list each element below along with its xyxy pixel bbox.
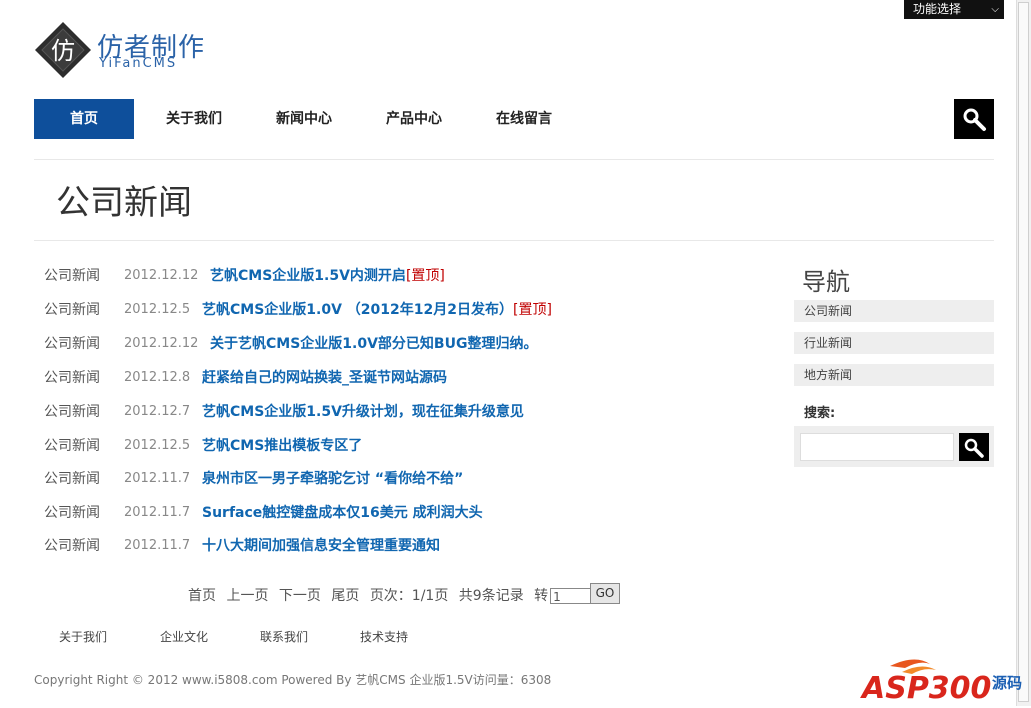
divider	[34, 240, 994, 241]
pager-goto-label: 转	[534, 588, 549, 604]
news-title-link[interactable]: 十八大期间加强信息安全管理重要通知	[202, 537, 440, 555]
list-item: 公司新闻 2012.11.7 Surface触控键盘成本仅16美元 成利润大头	[34, 504, 774, 538]
news-date: 2012.12.5	[124, 438, 191, 453]
news-date: 2012.12.12	[124, 268, 199, 283]
list-item: 公司新闻 2012.12.12 艺帆CMS企业版1.5V内测开启[置顶]	[34, 267, 774, 301]
sidebar-item-industry-news[interactable]: 行业新闻	[794, 332, 994, 354]
footer-link-about[interactable]: 关于我们	[59, 628, 107, 645]
news-title-link[interactable]: 赶紧给自己的网站换装_圣诞节网站源码	[202, 369, 447, 387]
news-category[interactable]: 公司新闻	[44, 335, 100, 353]
list-item: 公司新闻 2012.11.7 泉州市区一男子牵骆驼乞讨 “看你给不给”	[34, 470, 774, 504]
news-category[interactable]: 公司新闻	[44, 369, 100, 387]
pager-next[interactable]: 下一页	[279, 588, 321, 604]
pager-records: 共9条记录	[458, 588, 524, 604]
pager-prev[interactable]: 上一页	[226, 588, 268, 604]
sidebar-item-local-news[interactable]: 地方新闻	[794, 364, 994, 386]
search-icon	[964, 438, 984, 458]
logo-subtitle: YiFanCMS	[99, 56, 178, 71]
list-item: 公司新闻 2012.12.8 赶紧给自己的网站换装_圣诞节网站源码	[34, 369, 774, 403]
news-category[interactable]: 公司新闻	[44, 504, 100, 522]
nav-item-messages[interactable]: 在线留言	[474, 99, 574, 139]
pinned-tag: [置顶]	[405, 268, 445, 284]
nav-item-news[interactable]: 新闻中心	[254, 99, 354, 139]
page-title: 公司新闻	[56, 183, 192, 223]
sidebar-title: 导航	[802, 268, 850, 296]
news-title-link[interactable]: 艺帆CMS推出模板专区了	[202, 437, 362, 455]
news-category[interactable]: 公司新闻	[44, 301, 100, 319]
pager-last[interactable]: 尾页	[331, 588, 359, 604]
nav-item-home[interactable]: 首页	[34, 99, 134, 139]
nav-search-button[interactable]	[954, 99, 994, 139]
pinned-tag: [置顶]	[513, 302, 552, 318]
footer-link-contact[interactable]: 联系我们	[260, 628, 308, 645]
page-number-input[interactable]: 1	[550, 588, 593, 604]
sidebar-item-company-news[interactable]: 公司新闻	[794, 300, 994, 322]
pagination: 首页 上一页 下一页 尾页 页次：1/1页 共9条记录 转1页	[188, 585, 618, 605]
news-date: 2012.11.7	[124, 505, 191, 520]
news-category[interactable]: 公司新闻	[44, 437, 100, 455]
asp300-watermark-logo: ASP300 源码	[860, 652, 1022, 706]
news-date: 2012.11.7	[124, 538, 191, 553]
watermark-text: ASP300	[860, 671, 991, 704]
news-title-link[interactable]: 关于艺帆CMS企业版1.0V部分已知BUG整理归纳。	[210, 335, 537, 353]
news-category[interactable]: 公司新闻	[44, 470, 100, 488]
chevron-down-icon: ⌵	[991, 4, 999, 15]
list-item: 公司新闻 2012.12.5 艺帆CMS推出模板专区了	[34, 437, 774, 471]
search-label: 搜索:	[804, 406, 836, 421]
watermark-sub: 源码	[992, 674, 1022, 692]
copyright: Copyright Right © 2012 www.i5808.com Pow…	[34, 673, 552, 687]
footer-link-support[interactable]: 技术支持	[360, 628, 408, 645]
news-date: 2012.11.7	[124, 471, 191, 486]
news-category[interactable]: 公司新闻	[44, 403, 100, 421]
logo-icon: 仿	[34, 21, 92, 79]
news-title-link[interactable]: 艺帆CMS企业版1.0V （2012年12月2日发布）[置顶]	[202, 301, 552, 319]
list-item: 公司新闻 2012.12.12 关于艺帆CMS企业版1.0V部分已知BUG整理归…	[34, 335, 774, 369]
news-category[interactable]: 公司新闻	[44, 267, 100, 285]
pager-first[interactable]: 首页	[188, 588, 216, 604]
nav-item-about[interactable]: 关于我们	[144, 99, 244, 139]
divider	[34, 159, 994, 160]
search-button[interactable]	[959, 433, 989, 461]
news-date: 2012.12.7	[124, 404, 191, 419]
list-item: 公司新闻 2012.12.7 艺帆CMS企业版1.5V升级计划，现在征集升级意见	[34, 403, 774, 437]
pager-page-info: 页次：1/1页	[369, 588, 449, 604]
function-select[interactable]: 功能选择 ⌵	[904, 0, 1004, 19]
news-title-link[interactable]: 泉州市区一男子牵骆驼乞讨 “看你给不给”	[202, 470, 463, 488]
function-select-label: 功能选择	[913, 2, 962, 16]
logo-mark-char: 仿	[51, 37, 75, 65]
news-title-link[interactable]: 艺帆CMS企业版1.5V升级计划，现在征集升级意见	[202, 403, 524, 421]
footer-link-culture[interactable]: 企业文化	[160, 628, 208, 645]
news-title-link[interactable]: 艺帆CMS企业版1.5V内测开启[置顶]	[210, 267, 445, 285]
list-item: 公司新闻 2012.12.5 艺帆CMS企业版1.0V （2012年12月2日发…	[34, 301, 774, 335]
list-item: 公司新闻 2012.11.7 十八大期间加强信息安全管理重要通知	[34, 537, 774, 571]
scrollbar-thumb[interactable]	[1018, 2, 1029, 702]
nav-item-products[interactable]: 产品中心	[364, 99, 464, 139]
go-button[interactable]: GO	[590, 583, 620, 604]
news-date: 2012.12.5	[124, 302, 191, 317]
search-icon	[963, 108, 986, 131]
news-category[interactable]: 公司新闻	[44, 537, 100, 555]
news-title-link[interactable]: Surface触控键盘成本仅16美元 成利润大头	[202, 504, 483, 522]
news-date: 2012.12.12	[124, 336, 199, 351]
news-date: 2012.12.8	[124, 370, 191, 385]
search-input[interactable]	[800, 433, 954, 461]
